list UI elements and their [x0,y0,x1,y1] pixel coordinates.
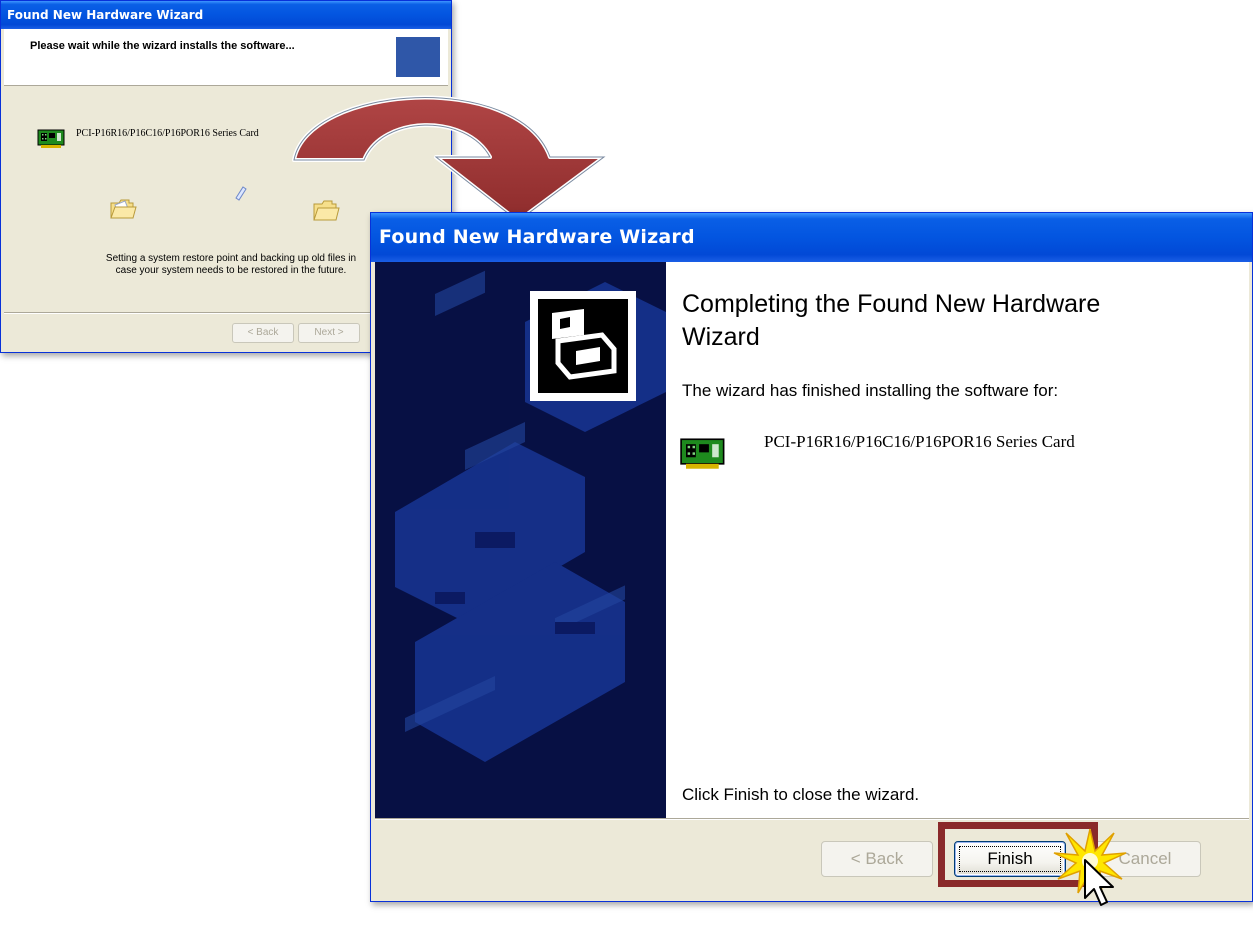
wizard-header-icon [396,37,440,77]
completing-wizard-title: Found New Hardware Wizard [379,226,695,248]
transition-arrow-icon [292,95,606,223]
installing-wizard-title: Found New Hardware Wizard [7,8,204,22]
installing-status-text: Setting a system restore point and backi… [81,253,381,277]
completing-footer-text: Click Finish to close the wizard. [682,785,920,804]
pci-card-icon [680,438,725,469]
wizard-content-panel: Completing the Found New Hardware Wizard… [666,262,1249,818]
completing-heading: Completing the Found New Hardware Wizard [682,290,1101,351]
back-button[interactable]: < Back [821,841,933,877]
hardware-wizard-icon [530,291,636,401]
installing-status-line1: Setting a system restore point and backi… [105,253,357,264]
wizard-divider [375,818,1249,820]
installing-next-button[interactable]: Next > [298,323,360,343]
document-icon [235,186,247,201]
installing-wizard-titlebar[interactable]: Found New Hardware Wizard [1,1,451,29]
completing-wizard-window: Found New Hardware Wizard Completing the… [370,212,1253,902]
installed-device-name: PCI-P16R16/P16C16/P16POR16 Series Card [764,432,1075,451]
completing-wizard-titlebar[interactable]: Found New Hardware Wizard [371,213,1252,262]
wizard-side-banner [375,262,666,818]
pci-card-icon [37,129,65,148]
installing-wizard-heading: Please wait while the wizard installs th… [30,40,295,52]
installing-back-button[interactable]: < Back [232,323,294,343]
mouse-cursor-icon [1084,859,1114,906]
installing-status-line2: case your system needs to be restored in… [115,265,347,276]
installing-device-name: PCI-P16R16/P16C16/P16POR16 Series Card [76,128,259,139]
completing-subtext: The wizard has finished installing the s… [682,381,1059,400]
folder-icon [110,199,137,219]
